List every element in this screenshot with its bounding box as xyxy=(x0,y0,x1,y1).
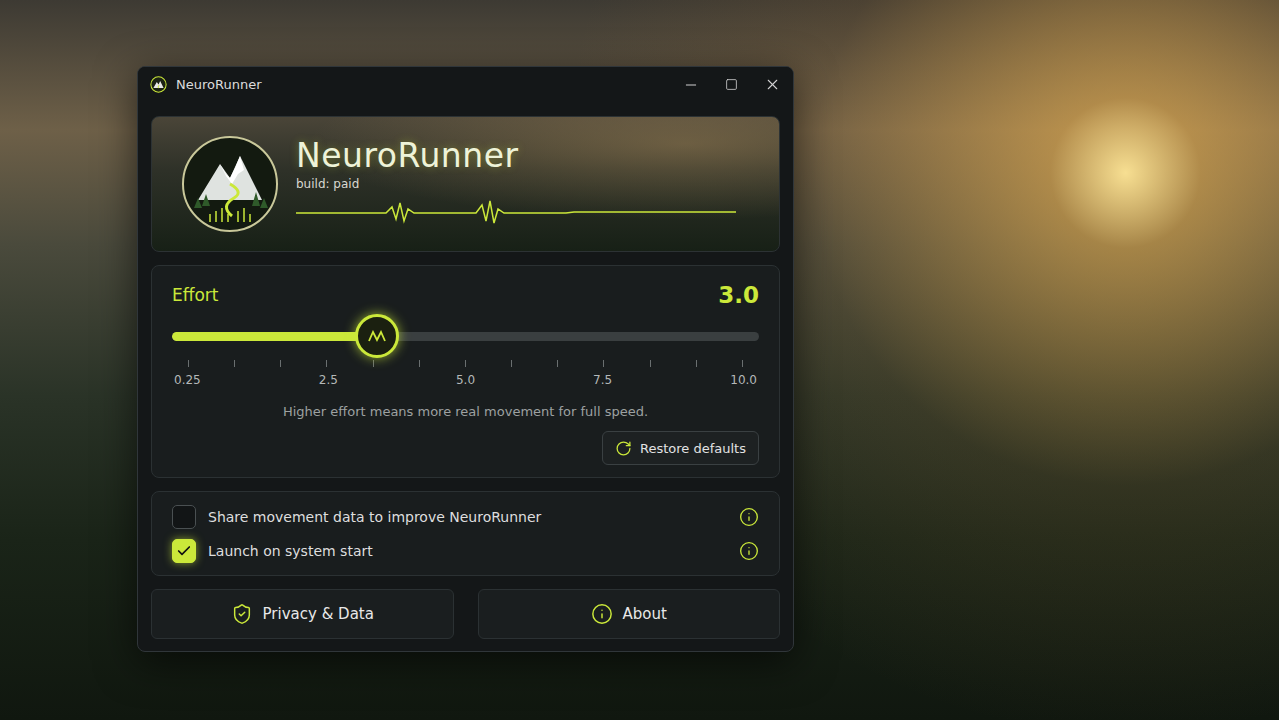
tick-label: 2.5 xyxy=(319,373,338,387)
tick-label: 7.5 xyxy=(593,373,612,387)
info-icon[interactable] xyxy=(739,541,759,561)
close-button[interactable] xyxy=(752,67,793,102)
tick-labels: 0.25 2.5 5.0 7.5 10.0 xyxy=(172,373,759,387)
option-label: Launch on system start xyxy=(208,543,727,559)
option-row: Launch on system start xyxy=(172,539,759,563)
checkbox[interactable] xyxy=(172,505,196,529)
maximize-button[interactable] xyxy=(711,67,752,102)
tick-label: 0.25 xyxy=(174,373,201,387)
effort-header: Effort 3.0 xyxy=(172,282,759,308)
tick-mark xyxy=(650,360,651,367)
tick-mark xyxy=(557,360,558,367)
maximize-icon xyxy=(725,78,738,91)
effort-slider[interactable] xyxy=(172,314,759,358)
tick-mark xyxy=(511,360,512,367)
restore-defaults-button[interactable]: Restore defaults xyxy=(602,431,759,465)
effort-value: 3.0 xyxy=(718,282,759,308)
app-logo-icon xyxy=(150,76,167,93)
desktop: NeuroRunner NeuroRunner build: paid Effort 3… xyxy=(0,0,1279,720)
tick-mark xyxy=(419,360,420,367)
close-icon xyxy=(764,76,781,93)
tick-mark xyxy=(373,360,374,367)
options-card: Share movement data to improve NeuroRunn… xyxy=(151,491,780,576)
content: NeuroRunner build: paid Effort 3.0 0.25 2.5 5.… xyxy=(138,102,793,652)
nav-button[interactable]: Privacy & Data xyxy=(151,589,454,639)
tick-mark xyxy=(696,360,697,367)
banner: NeuroRunner build: paid xyxy=(151,116,780,252)
option-row: Share movement data to improve NeuroRunn… xyxy=(172,505,759,529)
option-label: Share movement data to improve NeuroRunn… xyxy=(208,509,727,525)
window-title: NeuroRunner xyxy=(176,77,661,92)
app-window: NeuroRunner NeuroRunner build: paid Effort 3… xyxy=(137,66,794,652)
reset-row: Restore defaults xyxy=(172,431,759,465)
check-icon xyxy=(176,543,192,559)
effort-hint: Higher effort means more real movement f… xyxy=(172,404,759,419)
tick-mark xyxy=(234,360,235,367)
slider-track xyxy=(172,332,759,341)
minimize-icon xyxy=(683,77,699,93)
waveform xyxy=(296,195,751,231)
mountain-logo-icon xyxy=(180,134,280,234)
tick-mark xyxy=(188,360,189,367)
shield-icon xyxy=(231,603,253,625)
banner-text: NeuroRunner build: paid xyxy=(296,137,751,231)
slider-thumb[interactable] xyxy=(355,314,399,358)
nav-button[interactable]: About xyxy=(478,589,781,639)
slider-fill xyxy=(172,332,377,341)
window-controls xyxy=(670,67,793,102)
minimize-button[interactable] xyxy=(670,67,711,102)
tick-label: 10.0 xyxy=(730,373,757,387)
tick-mark xyxy=(603,360,604,367)
pulse-icon xyxy=(368,330,386,342)
title-bar: NeuroRunner xyxy=(138,67,793,102)
effort-label: Effort xyxy=(172,285,219,305)
tick-marks xyxy=(172,360,759,367)
tick-label: 5.0 xyxy=(456,373,475,387)
tick-mark xyxy=(280,360,281,367)
tick-mark xyxy=(742,360,743,367)
tick-mark xyxy=(465,360,466,367)
info-icon[interactable] xyxy=(739,507,759,527)
build-label: build: paid xyxy=(296,177,751,191)
info-icon xyxy=(591,603,613,625)
effort-card: Effort 3.0 0.25 2.5 5.0 7.5 10.0 Higher effort … xyxy=(151,265,780,478)
banner-title: NeuroRunner xyxy=(296,137,751,175)
refresh-icon xyxy=(615,440,632,457)
checkbox[interactable] xyxy=(172,539,196,563)
tick-mark xyxy=(326,360,327,367)
button-row: Privacy & Data About xyxy=(151,589,780,639)
waveform-icon xyxy=(296,195,736,227)
